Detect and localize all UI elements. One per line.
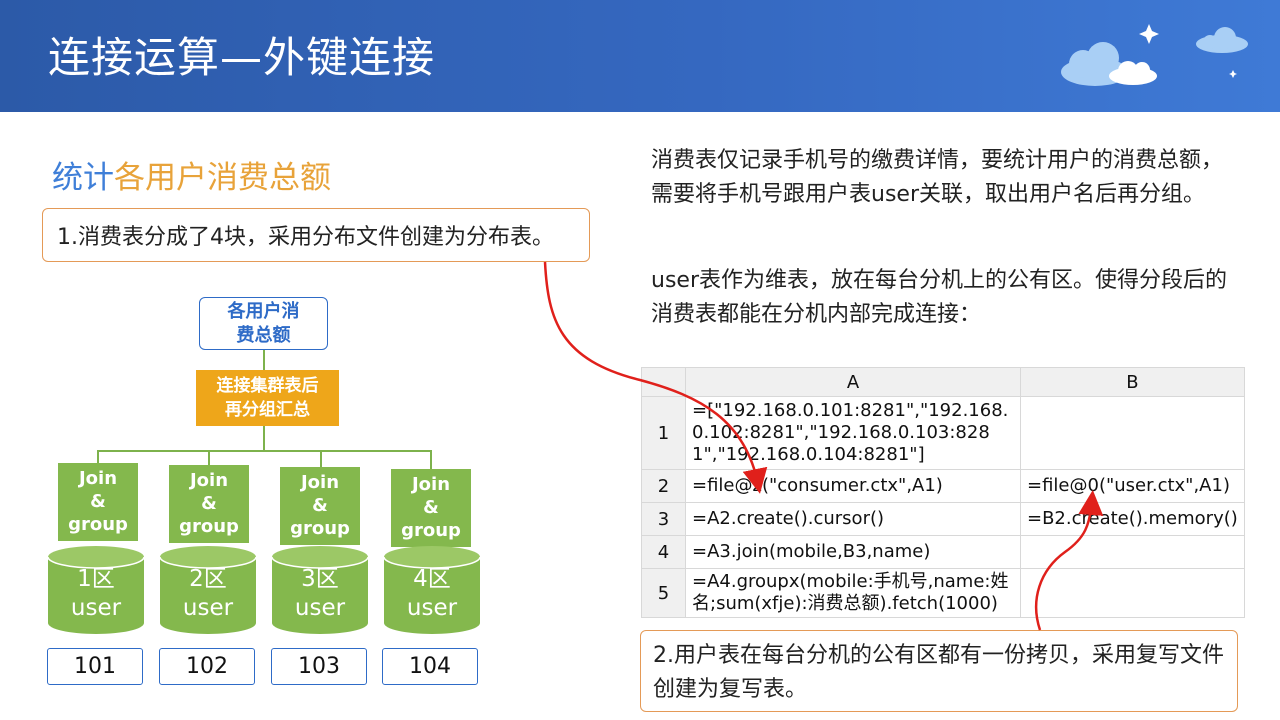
- node-number-2: 102: [159, 648, 255, 685]
- connector-top: [263, 350, 265, 370]
- connector-horizontal: [97, 450, 432, 452]
- storage-cylinder-4: 4区 user: [383, 545, 481, 635]
- aggregate-box-line1: 连接集群表后: [216, 376, 319, 396]
- page-title: 连接运算—外键连接: [48, 33, 436, 82]
- table-label: user: [294, 595, 346, 621]
- join-group-label: Join: [78, 468, 118, 489]
- aggregate-box-line2: 再分组汇总: [225, 400, 310, 420]
- description-paragraph-2: user表作为维表，放在每台分机上的公有区。使得分段后的消费表都能在分机内部完成…: [651, 268, 1227, 327]
- cell-a1[interactable]: =["192.168.0.101:8281","192.168.0.102:82…: [685, 396, 1021, 470]
- cell-a5[interactable]: =A4.groupx(mobile:手机号,name:姓名;sum(xfje):…: [685, 568, 1021, 618]
- join-group-label: Join: [300, 472, 340, 493]
- callout-distributed-table: 1.消费表分成了4块，采用分布文件创建为分布表。: [42, 208, 590, 262]
- cell-b1[interactable]: [1020, 396, 1245, 470]
- join-group-label: group: [290, 518, 350, 539]
- header-banner: 连接运算—外键连接: [0, 0, 1280, 112]
- node-number-4: 104: [382, 648, 478, 685]
- cell-b2[interactable]: =file@0("user.ctx",A1): [1020, 469, 1245, 503]
- join-group-label: &: [312, 495, 328, 516]
- cell-a4[interactable]: =A3.join(mobile,B3,name): [685, 535, 1021, 569]
- connector-node-1: [97, 450, 99, 464]
- join-group-label: &: [90, 491, 106, 512]
- description-paragraph-1: 消费表仅记录手机号的缴费详情，要统计用户的消费总额，需要将手机号跟用户表user…: [651, 148, 1224, 207]
- join-group-box-1: Join & group: [58, 463, 138, 541]
- diagram-aggregate-box: 连接集群表后 再分组汇总: [196, 370, 339, 426]
- storage-cylinder-1: 1区 user: [47, 545, 145, 635]
- section-subtitle: 统计各用户消费总额: [52, 152, 331, 197]
- storage-cylinder-2: 2区 user: [159, 545, 257, 635]
- row-header-2[interactable]: 2: [641, 469, 686, 503]
- join-group-label: Join: [411, 474, 451, 495]
- join-group-box-2: Join & group: [169, 465, 249, 543]
- cell-a3[interactable]: =A2.create().cursor(): [685, 502, 1021, 536]
- result-box-line2: 费总额: [236, 325, 291, 346]
- join-group-label: Join: [189, 470, 229, 491]
- join-group-label: &: [201, 493, 217, 514]
- storage-cylinder-3: 3区 user: [271, 545, 369, 635]
- table-label: user: [182, 595, 234, 621]
- subtitle-part2: 各用户消费总额: [114, 160, 331, 196]
- diagram-result-box: 各用户消 费总额: [199, 297, 328, 350]
- connector-node-4: [430, 450, 432, 470]
- table-label: user: [70, 595, 122, 621]
- callout-replicated-table: 2.用户表在每台分机的公有区都有一份拷贝，采用复写文件创建为复写表。: [640, 630, 1238, 712]
- zone-label: 2区: [189, 566, 227, 592]
- join-group-box-4: Join & group: [391, 469, 471, 547]
- column-header-b[interactable]: B: [1020, 367, 1245, 397]
- row-header-5[interactable]: 5: [641, 568, 686, 618]
- join-group-label: group: [179, 516, 239, 537]
- row-header-4[interactable]: 4: [641, 535, 686, 569]
- result-box-line1: 各用户消: [227, 301, 300, 322]
- zone-label: 3区: [301, 566, 339, 592]
- cell-b5[interactable]: [1020, 568, 1245, 618]
- cell-b4[interactable]: [1020, 535, 1245, 569]
- join-group-label: group: [401, 520, 461, 541]
- zone-label: 1区: [77, 566, 115, 592]
- node-number-3: 103: [271, 648, 367, 685]
- zone-label: 4区: [413, 566, 451, 592]
- corner-cell: [641, 367, 686, 397]
- row-header-1[interactable]: 1: [641, 396, 686, 470]
- join-group-label: group: [68, 514, 128, 535]
- column-header-a[interactable]: A: [685, 367, 1021, 397]
- node-number-1: 101: [47, 648, 143, 685]
- code-spreadsheet: A B 1 =["192.168.0.101:8281","192.168.0.…: [641, 367, 1245, 618]
- cell-a2[interactable]: =file@z("consumer.ctx",A1): [685, 469, 1021, 503]
- connector-node-3: [320, 450, 322, 468]
- cell-b3[interactable]: =B2.create().memory(): [1020, 502, 1245, 536]
- connector-node-2: [208, 450, 210, 466]
- row-header-3[interactable]: 3: [641, 502, 686, 536]
- join-group-label: &: [423, 497, 439, 518]
- connector-mid: [263, 426, 265, 451]
- join-group-box-3: Join & group: [280, 467, 360, 545]
- subtitle-part1: 统计: [52, 160, 114, 196]
- table-label: user: [406, 595, 458, 621]
